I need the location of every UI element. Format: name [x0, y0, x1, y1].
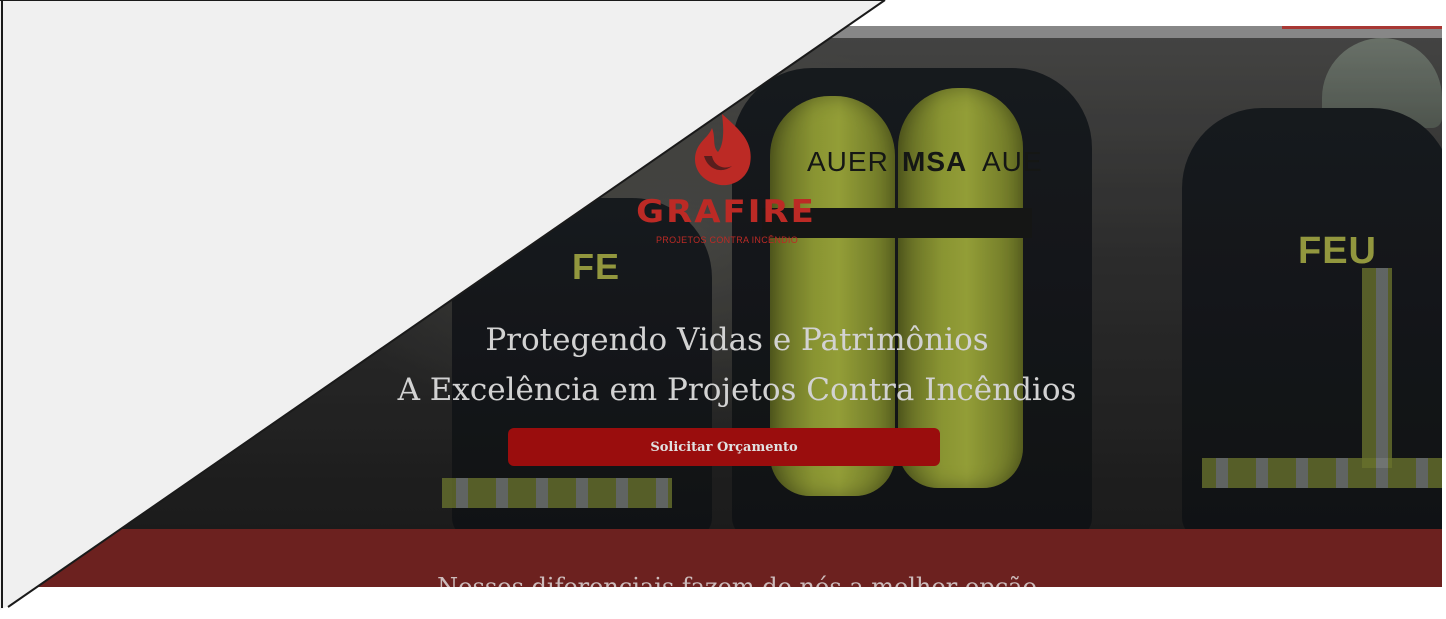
- diagonal-overlay-panel: [0, 0, 886, 610]
- screenshot-stage: AUER MSA AUE FE FEU GRAFIRE PROJETOS CON…: [0, 0, 1446, 619]
